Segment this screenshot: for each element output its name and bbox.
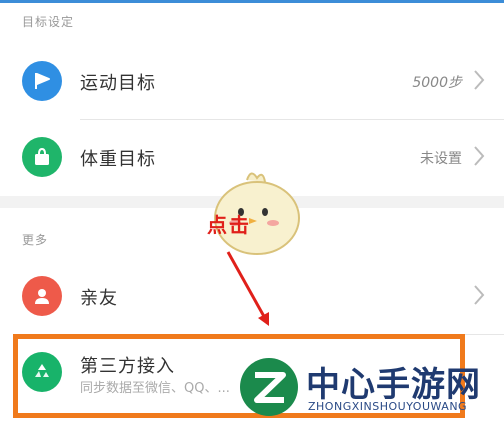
chevron-right-icon (474, 146, 485, 166)
chevron-right-icon (474, 285, 485, 305)
flag-icon (22, 61, 62, 101)
friends-title: 亲友 (80, 288, 118, 309)
arrow-icon (226, 251, 269, 326)
section-label-more: 更多 (22, 233, 49, 247)
exercise-goal-title: 运动目标 (80, 73, 156, 94)
watermark-logo (240, 358, 298, 416)
weight-goal-value: 未设置 (420, 151, 462, 167)
bag-icon (22, 137, 62, 177)
watermark-subtext: ZHONGXINSHOUYOUWANG (308, 400, 468, 413)
annotation-click: 点击 (207, 213, 251, 237)
top-bar (0, 0, 504, 3)
exercise-goal-value: 5000步 (412, 75, 462, 91)
exercise-goal-row[interactable]: 运动目标 5000步 (0, 44, 504, 118)
weight-goal-title: 体重目标 (80, 149, 156, 170)
chevron-right-icon (474, 70, 485, 90)
watermark-text: 中心手游网 (306, 365, 481, 405)
section-label-goals: 目标设定 (22, 15, 75, 29)
person-icon (22, 276, 62, 316)
